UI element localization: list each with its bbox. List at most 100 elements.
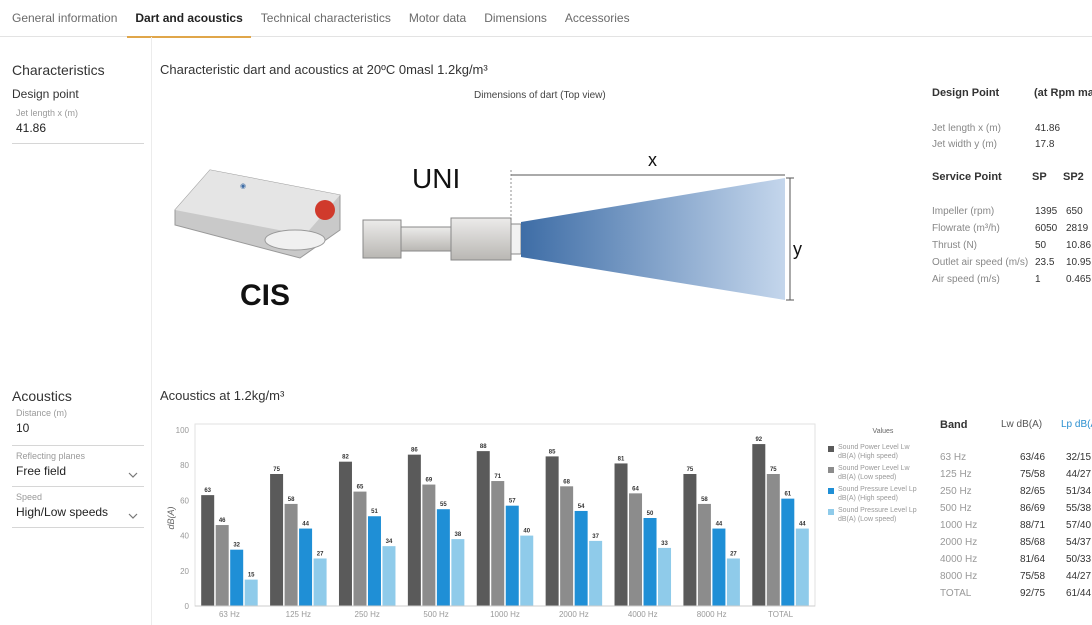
service-row-sp: 50 <box>1035 240 1047 251</box>
tab-dart-and-acoustics[interactable]: Dart and acoustics <box>127 0 252 38</box>
bar <box>643 518 657 606</box>
bar <box>407 454 421 606</box>
bar-value-label: 15 <box>248 573 255 579</box>
uni-label: UNI <box>412 163 460 194</box>
bar <box>215 525 229 606</box>
x-tick-label: 2000 Hz <box>559 610 589 619</box>
band-row-lp: 50/33 <box>1066 554 1092 565</box>
bar-value-label: 69 <box>426 478 433 484</box>
service-row-label: Flowrate (m³/h) <box>932 223 1000 234</box>
jet-width-row-label: Jet width y (m) <box>932 139 998 150</box>
band-row-lp: 51/34 <box>1066 486 1092 497</box>
bar-value-label: 75 <box>770 467 777 473</box>
jet-length-field[interactable]: Jet length x (m) 41.86 <box>12 108 144 144</box>
band-row-band: 250 Hz <box>940 486 972 497</box>
characteristics-title: Characteristics <box>12 62 105 78</box>
bar <box>299 528 313 606</box>
bar <box>476 451 490 606</box>
legend-title: Values <box>872 428 894 435</box>
bar <box>574 510 588 606</box>
bar <box>795 528 809 606</box>
bar <box>712 528 726 606</box>
bar <box>382 546 396 606</box>
bar-value-label: 44 <box>799 522 806 528</box>
bar <box>244 579 258 606</box>
tab-motor-data[interactable]: Motor data <box>409 0 466 37</box>
y-tick-label: 80 <box>180 461 189 470</box>
bar-value-label: 44 <box>302 522 309 528</box>
legend-item: Sound Power Level Lw dB(A) (Low speed) <box>828 464 928 482</box>
distance-field[interactable]: Distance (m) 10 <box>12 408 144 446</box>
service-row-sp2: 10.86 <box>1066 240 1092 251</box>
bar-value-label: 75 <box>687 467 694 473</box>
bar-value-label: 51 <box>371 509 378 515</box>
jet-length-row-value: 41.86 <box>1035 123 1061 134</box>
bar <box>367 516 381 606</box>
bar-value-label: 27 <box>730 551 737 557</box>
band-row-lp: 54/37 <box>1066 537 1092 548</box>
lp-head: Lp dB(A <box>1061 419 1092 430</box>
legend-item: Sound Pressure Level Lp dB(A) (High spee… <box>828 485 928 503</box>
distance-input[interactable]: 10 <box>16 421 126 439</box>
tab-general-information[interactable]: General information <box>12 0 117 37</box>
bar-value-label: 40 <box>523 529 530 535</box>
band-row-lp: 57/40 <box>1066 520 1092 531</box>
bar-value-label: 27 <box>317 551 324 557</box>
tab-accessories[interactable]: Accessories <box>565 0 630 37</box>
chevron-down-icon <box>128 513 138 519</box>
bar <box>422 484 436 606</box>
band-row-lw: 85/68 <box>1020 537 1046 548</box>
legend-label: Sound Power Level Lw dB(A) (High speed) <box>838 444 910 460</box>
band-row-lw: 75/58 <box>1020 571 1046 582</box>
tab-technical-characteristics[interactable]: Technical characteristics <box>261 0 391 37</box>
legend-label: Sound Pressure Level Lp dB(A) (Low speed… <box>838 507 917 523</box>
bar-value-label: 34 <box>386 539 393 545</box>
service-row-sp2: 10.95 <box>1066 257 1092 268</box>
bar <box>658 547 672 606</box>
speed-select[interactable]: Speed High/Low speeds <box>12 492 144 528</box>
service-row-label: Thrust (N) <box>932 240 977 251</box>
band-row-band: 63 Hz <box>940 452 967 463</box>
band-row-lw: 75/58 <box>1020 469 1046 480</box>
y-tick-label: 60 <box>180 496 189 505</box>
bar-value-label: 58 <box>288 497 295 503</box>
service-row-label: Impeller (rpm) <box>932 206 995 217</box>
legend-label: Sound Power Level Lw dB(A) (Low speed) <box>838 465 910 481</box>
design-point-head: Design Point <box>932 87 1000 99</box>
service-row-label: Air speed (m/s) <box>932 274 1000 285</box>
x-tick-label: 4000 Hz <box>628 610 658 619</box>
y-tick-label: 40 <box>180 532 189 541</box>
legend-item: Sound Pressure Level Lp dB(A) (Low speed… <box>828 506 928 524</box>
reflecting-planes-select[interactable]: Reflecting planes Free field <box>12 451 144 487</box>
bar-value-label: 57 <box>509 499 516 505</box>
bar <box>451 539 465 606</box>
bar-value-label: 46 <box>219 518 226 524</box>
jet-length-value[interactable]: 41.86 <box>16 121 126 139</box>
band-row-band: 8000 Hz <box>940 571 978 582</box>
band-row-band: 2000 Hz <box>940 537 978 548</box>
bar <box>697 503 711 606</box>
service-point-head: Service Point <box>932 171 1002 183</box>
bar-value-label: 58 <box>701 497 708 503</box>
tab-dimensions[interactable]: Dimensions <box>484 0 547 37</box>
bar-value-label: 81 <box>618 456 625 462</box>
bar-value-label: 32 <box>233 543 240 549</box>
bar-value-label: 37 <box>592 534 599 540</box>
bar <box>270 474 284 606</box>
bar <box>436 509 450 606</box>
jet-length-label: Jet length x (m) <box>16 108 79 118</box>
legend-item: Sound Power Level Lw dB(A) (High speed) <box>828 443 928 461</box>
bar <box>752 444 766 606</box>
sp-head: SP <box>1032 171 1047 183</box>
bar <box>230 549 244 606</box>
bar-value-label: 54 <box>578 504 585 510</box>
service-row-label: Outlet air speed (m/s) <box>932 257 1029 268</box>
x-tick-label: 500 Hz <box>423 610 448 619</box>
cis-unit-image: ◉ <box>174 169 341 259</box>
bar-value-label: 65 <box>357 485 364 491</box>
acoustics-bar-chart: 0 20 40 60 80 100 dB(A) 63 46 32 15 63 Hz 75 58 44 27 12… <box>166 423 816 619</box>
bar-value-label: 86 <box>411 448 418 454</box>
band-row-band: 500 Hz <box>940 503 972 514</box>
bar <box>284 503 298 606</box>
y-label: y <box>793 239 802 259</box>
